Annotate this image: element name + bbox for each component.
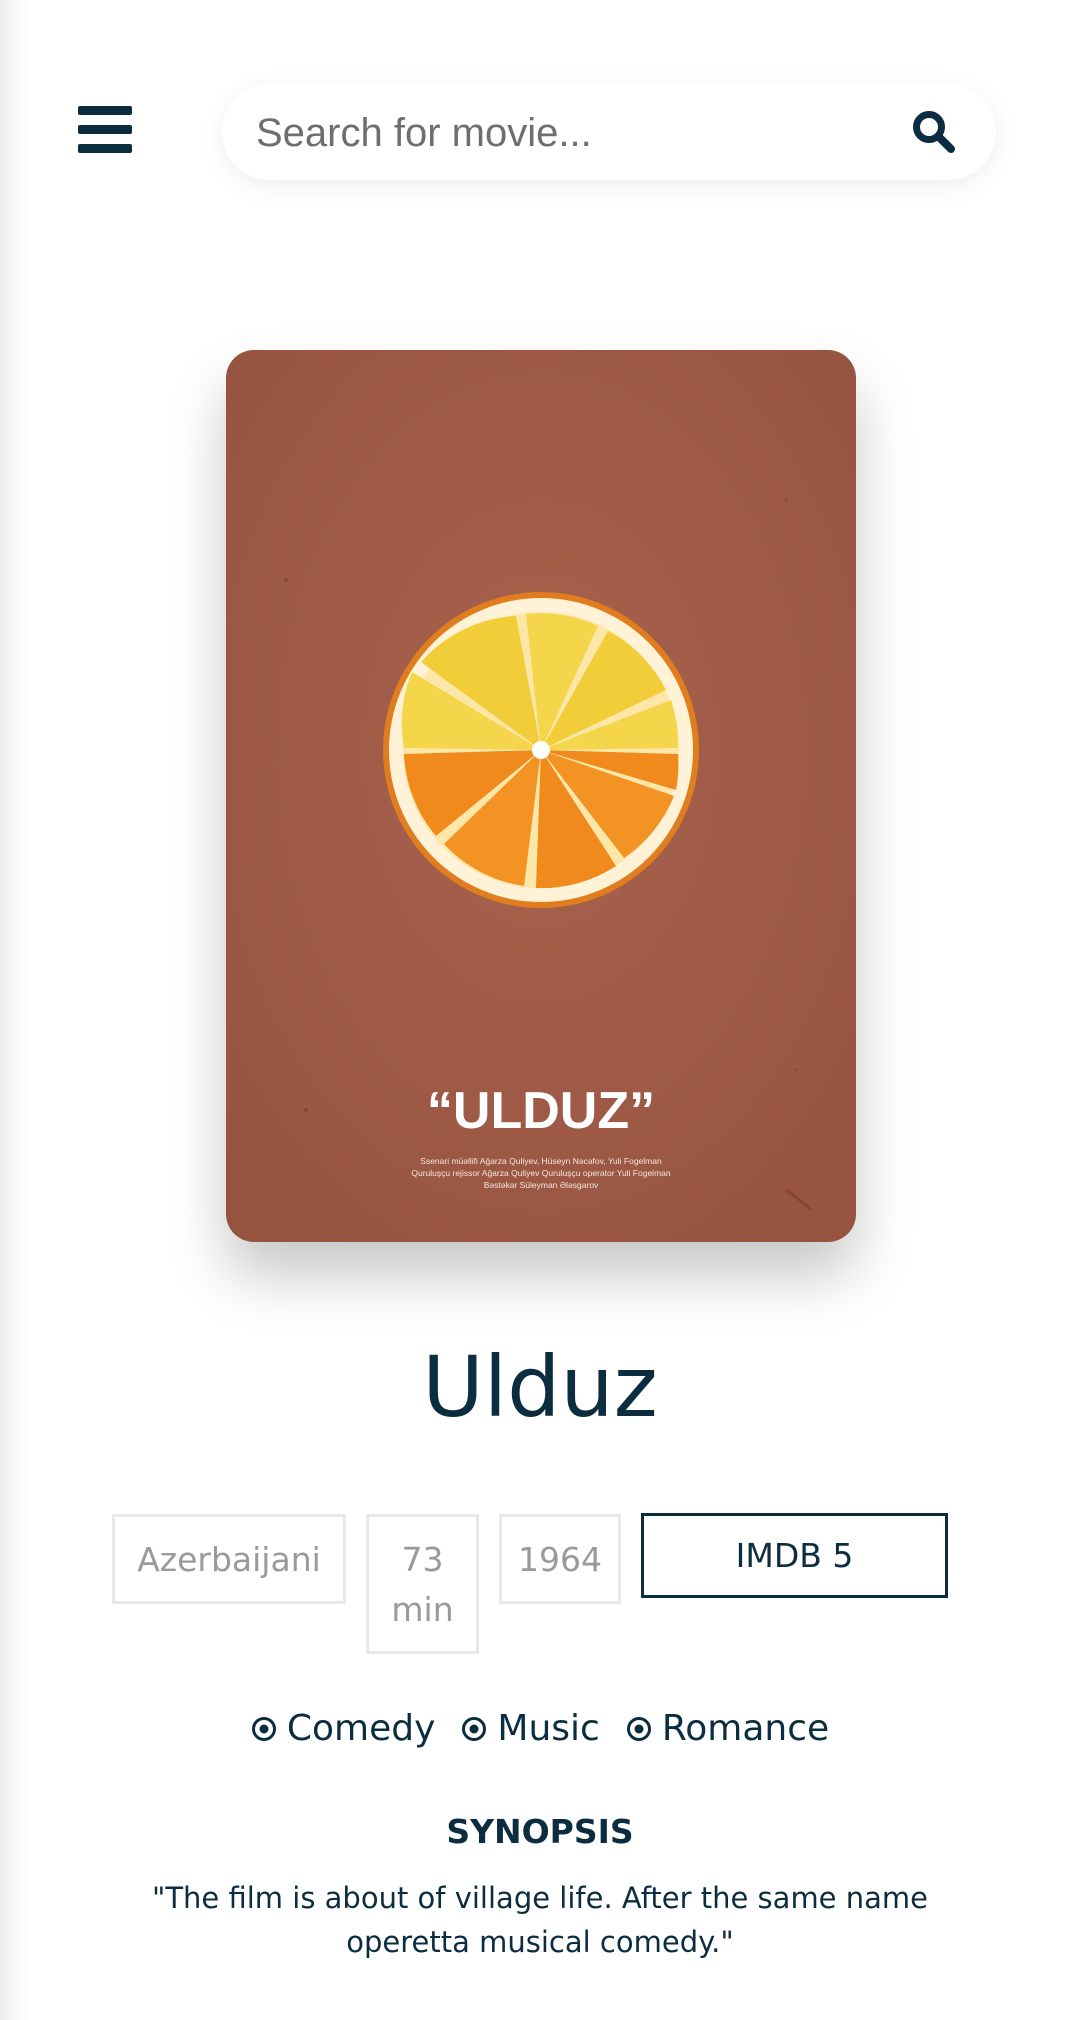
citrus-slice-illustration <box>383 592 699 908</box>
dot-circle-icon <box>626 1716 651 1741</box>
genre-item-romance[interactable]: Romance <box>626 1708 829 1749</box>
search-input[interactable] <box>254 102 878 164</box>
language-badge: Azerbaijani <box>112 1514 346 1604</box>
genre-item-music[interactable]: Music <box>461 1708 600 1749</box>
runtime-badge: 73 min <box>366 1514 479 1654</box>
search-bar <box>222 84 996 180</box>
menu-bar <box>78 144 132 153</box>
dot-circle-icon <box>462 1716 487 1741</box>
dot-circle-icon <box>251 1716 276 1741</box>
poster-credit-line: Bəstəkar Süleyman Ələsgarov <box>484 1180 599 1190</box>
poster-credit-line: Quruluşçu rejissor Ağarza Quliyev Qurulu… <box>411 1168 670 1178</box>
poster-credit-line: Ssenari müəllifi Ağarza Quliyev, Hüseyn … <box>420 1156 662 1166</box>
year-badge: 1964 <box>499 1514 621 1604</box>
menu-bar <box>78 125 132 134</box>
genre-label: Music <box>497 1708 600 1749</box>
movie-title: Ulduz <box>422 1338 658 1436</box>
movie-poster: “ULDUZ” Ssenari müəllifi Ağarza Quliyev,… <box>226 350 856 1242</box>
genre-item-comedy[interactable]: Comedy <box>251 1708 436 1749</box>
search-icon[interactable] <box>910 108 958 156</box>
imdb-rating-button[interactable]: IMDB 5 <box>641 1513 948 1598</box>
synopsis-text: "The film is about of village life. Afte… <box>151 1881 928 1959</box>
hamburger-menu-icon[interactable] <box>78 106 132 154</box>
movie-detail-page: “ULDUZ” Ssenari müəllifi Ağarza Quliyev,… <box>0 0 1080 2020</box>
synopsis-heading: SYNOPSIS <box>446 1812 634 1851</box>
poster-title: “ULDUZ” <box>427 1082 655 1140</box>
menu-bar <box>78 106 132 115</box>
genre-label: Comedy <box>286 1708 436 1749</box>
genre-list: Comedy Music Romance <box>0 1708 1080 1749</box>
genre-label: Romance <box>661 1708 830 1749</box>
